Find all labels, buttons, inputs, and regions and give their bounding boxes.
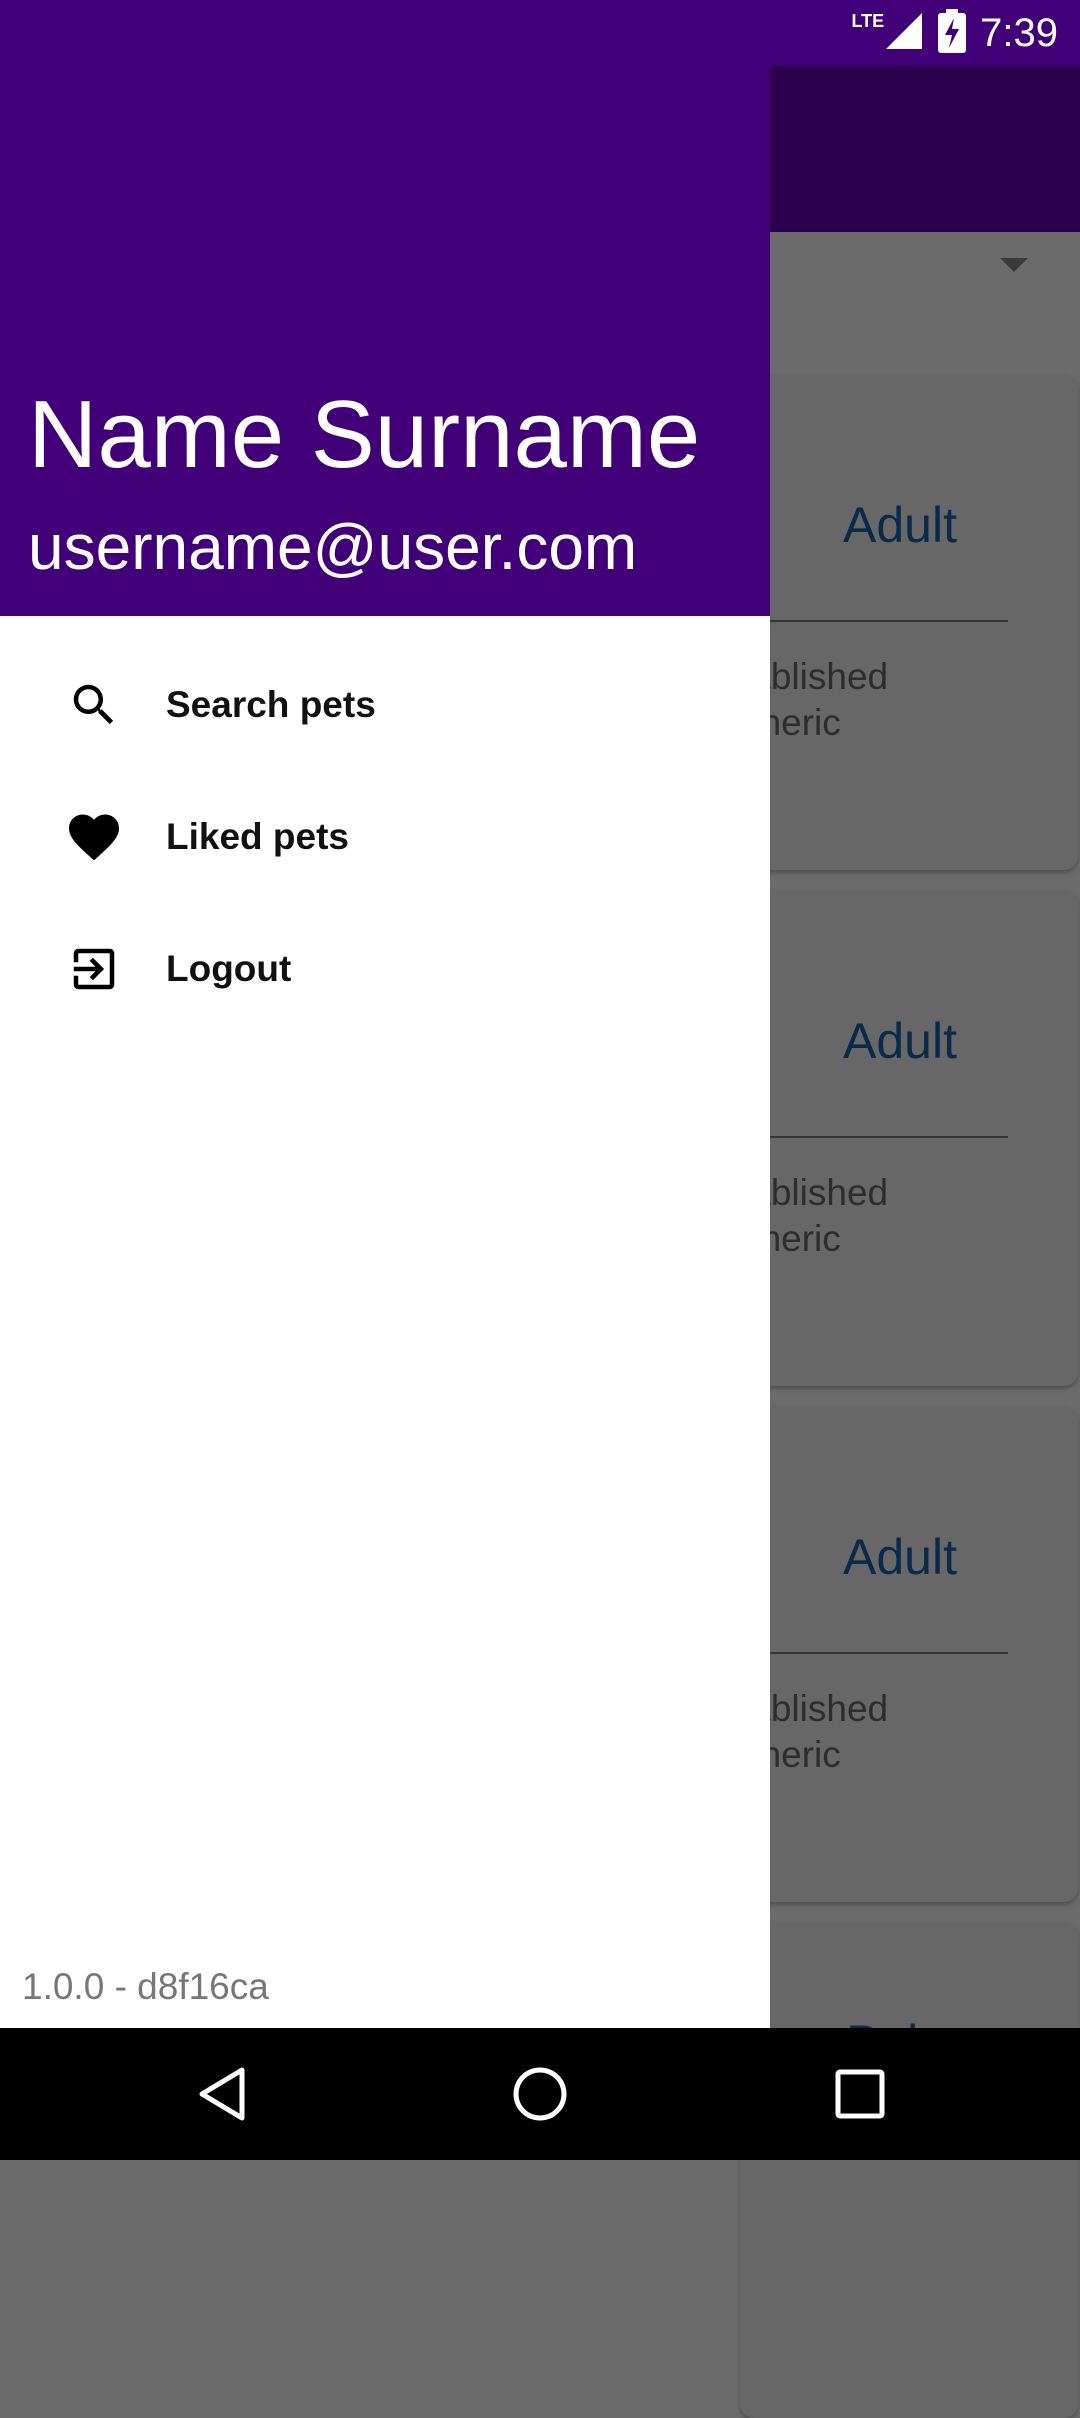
pet-card[interactable]: Adult tablished eneric [740, 890, 1078, 1386]
drawer-header: Name Surname username@user.com [0, 0, 770, 616]
pet-card[interactable]: Adult tablished eneric [740, 1406, 1078, 1902]
clock: 7:39 [980, 10, 1058, 55]
user-name: Name Surname [28, 381, 701, 488]
system-nav-bar [0, 2028, 1080, 2160]
search-icon [64, 675, 124, 735]
card-divider [740, 620, 1008, 622]
logout-icon [64, 939, 124, 999]
pet-age: Adult [843, 1529, 957, 1585]
user-email: username@user.com [28, 511, 638, 583]
battery-charging-icon [938, 8, 967, 58]
status-bar: LTE 7:39 [0, 0, 1080, 66]
menu-item-liked-pets[interactable]: Liked pets [0, 771, 770, 903]
recents-icon[interactable] [824, 2058, 896, 2130]
back-icon[interactable] [186, 2058, 258, 2130]
menu-item-search-pets[interactable]: Search pets [0, 639, 770, 771]
menu-item-logout[interactable]: Logout [0, 903, 770, 1035]
heart-icon [64, 807, 124, 867]
dropdown-arrow-icon[interactable] [1000, 258, 1028, 272]
network-type: LTE [851, 10, 885, 31]
card-divider [740, 1136, 1008, 1138]
navigation-drawer: Name Surname username@user.com Search pe… [0, 0, 770, 2028]
signal-icon [884, 11, 924, 56]
menu-item-label: Logout [166, 948, 292, 989]
menu-item-label: Liked pets [166, 816, 349, 857]
menu-item-label: Search pets [166, 684, 376, 725]
pet-card[interactable]: Adult tablished eneric [740, 374, 1078, 870]
status-icons: LTE 7:39 [851, 0, 1058, 66]
app-version: 1.0.0 - d8f16ca [22, 1966, 269, 2007]
card-divider [740, 1652, 1008, 1654]
pet-age: Adult [843, 497, 957, 553]
pet-card[interactable]: Baby [740, 1922, 1078, 2418]
home-icon[interactable] [504, 2058, 576, 2130]
pet-age: Adult [843, 1013, 957, 1069]
